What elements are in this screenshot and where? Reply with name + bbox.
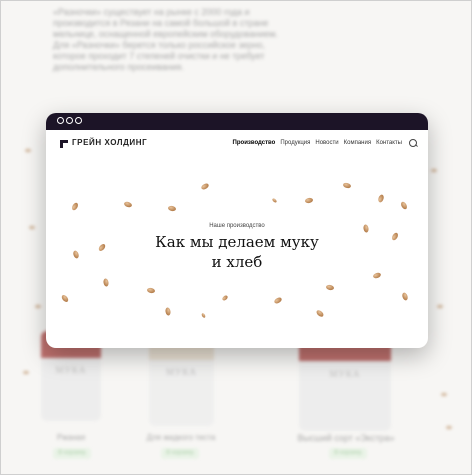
grain-image [221, 294, 229, 302]
grain-image [342, 182, 352, 189]
menu-item-products[interactable]: Продукция [280, 140, 310, 146]
add-to-cart-button-batter[interactable]: В корзину [161, 448, 199, 459]
menu-item-company[interactable]: Компания [344, 140, 371, 146]
menu-item-news[interactable]: Новости [315, 140, 338, 146]
grain-image [377, 193, 385, 204]
grain-image [399, 200, 409, 211]
search-icon[interactable] [409, 139, 417, 147]
grain-image [372, 271, 382, 280]
add-to-cart-button-rye[interactable]: В корзину [53, 448, 91, 459]
menu-item-contacts[interactable]: Контакты [376, 140, 402, 146]
product-label-extra: Высший сорт «Экстра» [297, 433, 395, 443]
grain-image [123, 200, 133, 209]
grain-image [200, 312, 207, 319]
menu-item-production[interactable]: Производство [233, 140, 276, 146]
grain-image [401, 291, 409, 302]
site-logo[interactable]: ГРЕЙН ХОЛДИНГ [72, 138, 147, 147]
hero-section: Наше производство Как мы делаем муку и х… [46, 156, 428, 348]
add-to-cart-button-extra[interactable]: В корзину [329, 448, 367, 459]
grain-image [315, 309, 325, 318]
grain-image [271, 197, 278, 204]
grain-image [60, 293, 70, 304]
window-titlebar [46, 113, 428, 130]
site-header: ГРЕЙН ХОЛДИНГ Производство Продукция Нов… [46, 130, 428, 156]
grain-image [164, 307, 172, 316]
hero-headline-line-2: и хлеб [211, 253, 263, 271]
screenshot-frame: «Разночки» существует на рынке с 2000 го… [0, 0, 472, 475]
main-menu: Производство Продукция Новости Компания … [233, 140, 402, 146]
grain-image [167, 205, 177, 212]
grain-image [146, 287, 156, 294]
logo-icon[interactable] [60, 140, 68, 148]
window-dot-icon[interactable] [75, 117, 82, 124]
window-dot-icon[interactable] [57, 117, 64, 124]
product-label-rye: Ржаная [56, 433, 86, 442]
hero-eyebrow: Наше производство [209, 223, 265, 229]
grain-image [304, 197, 314, 204]
grain-image [70, 201, 80, 212]
hero-headline: Как мы делаем муку и хлеб [46, 232, 428, 272]
browser-window: ГРЕЙН ХОЛДИНГ Производство Продукция Нов… [46, 113, 428, 348]
window-dot-icon[interactable] [66, 117, 73, 124]
grain-image [325, 284, 335, 291]
grain-image [273, 296, 283, 305]
product-label-batter: Для жидкого теста [146, 433, 216, 442]
grain-image [102, 278, 110, 287]
grain-image [200, 182, 210, 191]
background-description: «Разночки» существует на рынке с 2000 го… [53, 7, 278, 72]
